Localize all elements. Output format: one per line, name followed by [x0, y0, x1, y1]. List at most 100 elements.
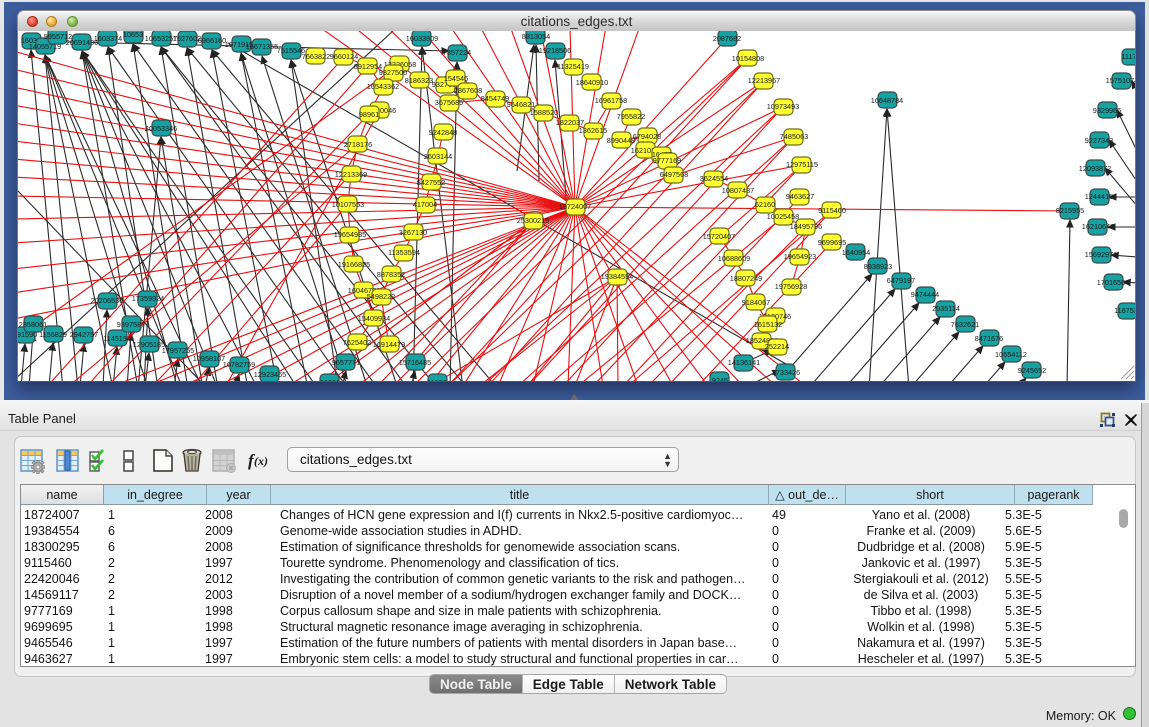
svg-text:12975115: 12975115 [786, 160, 818, 169]
svg-text:16961758: 16961758 [595, 96, 627, 105]
svg-text:1362615: 1362615 [579, 126, 607, 135]
svg-text:3624554: 3624554 [700, 174, 728, 183]
svg-text:15409934: 15409934 [358, 314, 390, 323]
svg-text:19166825: 19166825 [338, 260, 370, 269]
svg-text:62160: 62160 [755, 200, 775, 209]
svg-text:9329966: 9329966 [1093, 106, 1121, 115]
svg-text:1145194: 1145194 [103, 334, 131, 343]
svg-text:1156829: 1156829 [39, 330, 67, 339]
svg-text:10301: 10301 [320, 378, 340, 381]
svg-text:7357224: 7357224 [443, 48, 471, 57]
svg-text:2867608: 2867608 [454, 86, 482, 95]
svg-text:9699695: 9699695 [818, 238, 846, 247]
svg-text:154546: 154546 [444, 74, 468, 83]
svg-text:1615132: 1615132 [754, 320, 782, 329]
svg-text:16033809: 16033809 [406, 34, 438, 43]
svg-text:1244415: 1244415 [1085, 192, 1113, 201]
svg-text:2603144: 2603144 [424, 152, 452, 161]
svg-text:3267130: 3267130 [399, 228, 427, 237]
svg-text:15720407: 15720407 [703, 232, 735, 241]
svg-text:17016504: 17016504 [1097, 278, 1129, 287]
svg-text:10807487: 10807487 [722, 186, 754, 195]
svg-text:19384554: 19384554 [601, 272, 633, 281]
svg-text:15692971: 15692971 [1085, 250, 1117, 259]
svg-text:15716485: 15716485 [399, 358, 431, 367]
svg-text:18495796: 18495796 [790, 222, 822, 231]
svg-text:19756928: 19756928 [775, 282, 807, 291]
svg-text:8215955: 8215955 [1056, 206, 1084, 215]
svg-text:16914479: 16914479 [373, 340, 405, 349]
svg-text:8186323: 8186323 [405, 76, 433, 85]
svg-text:8878352: 8878352 [377, 270, 405, 279]
svg-text:14136141: 14136141 [728, 358, 760, 367]
svg-text:1603374: 1603374 [94, 34, 122, 43]
svg-text:11552: 11552 [427, 378, 447, 381]
svg-text:12923465: 12923465 [254, 370, 286, 379]
svg-text:2935114: 2935114 [932, 304, 960, 313]
svg-text:18807249: 18807249 [730, 274, 762, 283]
svg-text:12213369: 12213369 [335, 170, 367, 179]
svg-text:12905185: 12905185 [133, 340, 165, 349]
svg-text:12093872: 12093872 [1079, 164, 1111, 173]
svg-text:9115460: 9115460 [818, 206, 846, 215]
svg-text:11175: 11175 [1121, 52, 1136, 61]
svg-text:8427552: 8427552 [417, 178, 445, 187]
svg-text:1588520: 1588520 [530, 108, 558, 117]
svg-text:9660124: 9660124 [330, 52, 358, 61]
svg-text:16648784: 16648784 [871, 96, 903, 105]
svg-text:11353594: 11353594 [388, 248, 420, 257]
svg-text:2087682: 2087682 [713, 34, 741, 43]
svg-text:20053346: 20053346 [145, 124, 177, 133]
svg-text:(x): (x) [254, 454, 268, 468]
svg-text:18640910: 18640910 [576, 78, 608, 87]
svg-text:7955822: 7955822 [617, 112, 645, 121]
svg-text:1640954: 1640954 [842, 248, 870, 257]
svg-text:9245: 9245 [712, 376, 728, 381]
svg-text:417004: 417004 [413, 200, 437, 209]
svg-text:5498222: 5498222 [367, 292, 395, 301]
svg-text:12213967: 12213967 [748, 76, 780, 85]
svg-text:20206536: 20206536 [91, 296, 123, 305]
svg-text:8471676: 8471676 [975, 334, 1003, 343]
svg-text:19654923: 19654923 [784, 252, 816, 261]
svg-text:19654985: 19654985 [334, 230, 366, 239]
svg-text:1733426: 1733426 [772, 368, 800, 377]
svg-text:9397587: 9397587 [117, 320, 145, 329]
svg-text:18724007: 18724007 [559, 202, 591, 211]
svg-text:2718176: 2718176 [344, 140, 372, 149]
svg-text:16543362: 16543362 [367, 82, 399, 91]
svg-text:2942757: 2942757 [70, 330, 98, 339]
svg-text:10653: 10653 [123, 31, 143, 39]
svg-text:9657771: 9657771 [332, 358, 360, 367]
svg-text:9474444: 9474444 [911, 290, 939, 299]
svg-text:10025458: 10025458 [767, 212, 799, 221]
svg-text:10973493: 10973493 [767, 102, 799, 111]
svg-text:9327500: 9327500 [379, 68, 407, 77]
svg-text:10688609: 10688609 [718, 254, 750, 263]
svg-text:9245652: 9245652 [1018, 366, 1046, 375]
svg-text:16782759: 16782759 [223, 360, 255, 369]
svg-text:10958107: 10958107 [193, 354, 225, 363]
svg-text:9184067: 9184067 [742, 298, 770, 307]
svg-text:16671355: 16671355 [246, 42, 278, 51]
svg-text:7485063: 7485063 [780, 132, 808, 141]
svg-text:6479197: 6479197 [887, 276, 915, 285]
svg-text:7632621: 7632621 [951, 320, 979, 329]
svg-text:8813054: 8813054 [522, 32, 550, 41]
svg-text:7663822: 7663822 [302, 52, 330, 61]
svg-text:6794028: 6794028 [633, 132, 661, 141]
svg-text:10107553: 10107553 [332, 200, 364, 209]
svg-text:98961: 98961 [359, 110, 379, 119]
svg-text:6966160: 6966160 [198, 36, 226, 45]
svg-text:17957255: 17957255 [162, 346, 194, 355]
svg-text:3675685: 3675685 [435, 98, 463, 107]
svg-text:19218506: 19218506 [539, 46, 571, 55]
svg-text:2858061: 2858061 [19, 320, 47, 329]
svg-text:252214: 252214 [765, 342, 789, 351]
svg-text:9227343: 9227343 [1085, 136, 1113, 145]
svg-text:10154808: 10154808 [732, 54, 764, 63]
svg-text:9463627: 9463627 [786, 192, 814, 201]
svg-text:16210643: 16210643 [1082, 222, 1114, 231]
svg-text:8990448: 8990448 [607, 136, 635, 145]
svg-text:25300215: 25300215 [517, 216, 549, 225]
